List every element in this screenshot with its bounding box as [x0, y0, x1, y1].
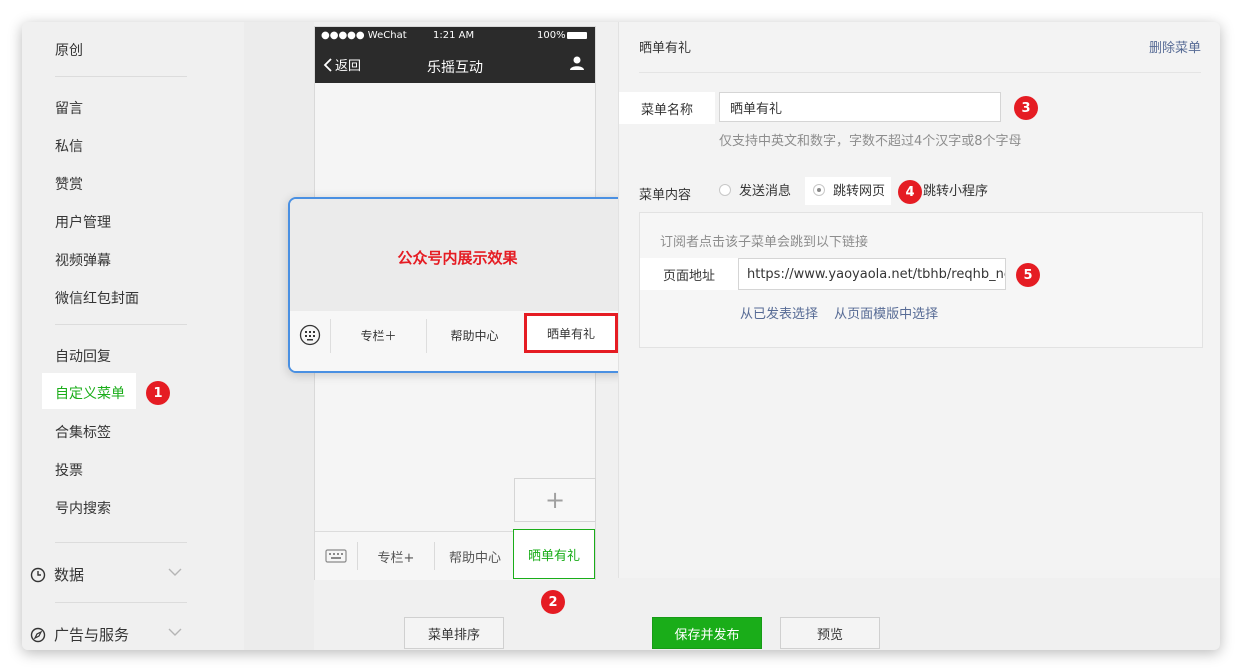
add-submenu-button[interactable]: +: [514, 478, 596, 522]
editor-divider: [639, 72, 1201, 73]
battery-label: 100%: [537, 30, 566, 41]
save-publish-button[interactable]: 保存并发布: [652, 617, 762, 649]
sidebar-item-auto-reply[interactable]: 自动回复: [55, 346, 111, 366]
phone-status-bar: ●●●●● WeChat 1:21 AM 100%: [315, 27, 595, 45]
radio-label: 跳转小程序: [923, 184, 989, 199]
preview-menu-item-selected: 晒单有礼: [524, 313, 618, 353]
chevron-down-icon[interactable]: [168, 566, 182, 580]
sidebar-section-label: 广告与服务: [54, 626, 130, 644]
sidebar-item-appreciation[interactable]: 赞赏: [55, 174, 83, 194]
app-window: 原创 留言 私信 赞赏 用户管理 视频弹幕 微信红包封面 自动回复 自定义菜单 …: [22, 22, 1220, 650]
menu-name-input[interactable]: 晒单有礼: [719, 92, 1001, 122]
preview-popup: 公众号内展示效果 专栏＋ 帮助中心 晒单有礼: [288, 197, 627, 373]
menu-name-label: 菜单名称: [619, 92, 715, 124]
annotation-badge: 4: [898, 180, 922, 204]
clock-icon: [30, 567, 46, 583]
sidebar-divider: [55, 542, 187, 543]
radio-send-message[interactable]: 发送消息: [719, 180, 791, 199]
editor-title: 晒单有礼: [639, 41, 692, 56]
radio-icon: [719, 183, 731, 196]
url-settings-box: 订阅者点击该子菜单会跳到以下链接 页面地址 https://www.yaoyao…: [639, 212, 1203, 348]
url-source-links: 从已发表选择 从页面模版中选择: [740, 303, 950, 322]
phone-nav-bar: 返回 乐摇互动: [315, 45, 595, 83]
sidebar-item-video-danmaku[interactable]: 视频弹幕: [55, 250, 111, 270]
phone-title: 乐摇互动: [427, 60, 483, 76]
preview-menu-item: 专栏＋: [360, 328, 397, 343]
sidebar-item-vote[interactable]: 投票: [55, 460, 83, 480]
sidebar-item-messages[interactable]: 私信: [55, 136, 83, 156]
radio-label: 跳转网页: [833, 184, 886, 199]
sidebar-divider: [55, 76, 187, 77]
chevron-down-icon[interactable]: [168, 626, 182, 640]
menu-sort-button[interactable]: 菜单排序: [404, 617, 504, 649]
user-profile-icon[interactable]: [569, 55, 585, 75]
keyboard-icon[interactable]: [315, 532, 357, 580]
carrier-label: ●●●●● WeChat: [321, 30, 407, 41]
sidebar-item-original[interactable]: 原创: [55, 40, 83, 60]
phone-menu-item[interactable]: 专栏+: [358, 532, 434, 580]
url-description: 订阅者点击该子菜单会跳到以下链接: [660, 235, 869, 250]
battery-icon: [567, 32, 587, 39]
radio-selected-icon: [813, 183, 825, 196]
page-url-input[interactable]: https://www.yaoyaola.net/tbhb/reqhb_ne: [738, 258, 1006, 290]
menu-content-label: 菜单内容: [639, 188, 692, 203]
sidebar: 原创 留言 私信 赞赏 用户管理 视频弹幕 微信红包封面 自动回复 自定义菜单 …: [22, 22, 244, 650]
preview-button[interactable]: 预览: [780, 617, 880, 649]
sidebar-item-collection-tags[interactable]: 合集标签: [55, 422, 111, 442]
annotation-badge: 5: [1016, 263, 1040, 287]
sidebar-section-ads-services[interactable]: 广告与服务: [30, 624, 129, 645]
page-url-label: 页面地址: [640, 258, 738, 290]
sidebar-divider: [55, 602, 187, 603]
sidebar-item-comments[interactable]: 留言: [55, 98, 83, 118]
menu-name-hint: 仅支持中英文和数字，字数不超过4个汉字或8个字母: [719, 134, 1022, 149]
sidebar-section-data[interactable]: 数据: [30, 564, 84, 585]
delete-menu-link[interactable]: 删除菜单: [1149, 37, 1201, 56]
preview-menu-item: 帮助中心: [450, 328, 499, 343]
sidebar-item-in-account-search[interactable]: 号内搜索: [55, 498, 111, 518]
radio-jump-webpage[interactable]: 跳转网页: [813, 180, 885, 199]
preview-title: 公众号内展示效果: [397, 249, 518, 267]
annotation-badge: 3: [1014, 96, 1038, 120]
radio-label: 发送消息: [739, 184, 792, 199]
sidebar-item-custom-menu-label: 自定义菜单: [55, 386, 125, 402]
sidebar-section-label: 数据: [54, 566, 85, 584]
sidebar-divider: [55, 324, 187, 325]
select-published-link[interactable]: 从已发表选择: [740, 307, 818, 322]
sidebar-item-user-management[interactable]: 用户管理: [55, 212, 111, 232]
sidebar-item-red-packet-cover[interactable]: 微信红包封面: [55, 288, 139, 308]
phone-menu-item-selected[interactable]: 晒单有礼: [513, 529, 595, 579]
phone-menu-item[interactable]: 帮助中心: [435, 532, 515, 580]
compass-icon: [30, 627, 46, 643]
status-time: 1:21 AM: [433, 30, 475, 41]
select-template-link[interactable]: 从页面模版中选择: [834, 307, 938, 322]
radio-jump-miniprogram[interactable]: 跳转小程序: [923, 180, 988, 199]
annotation-badge: 1: [146, 381, 170, 405]
menu-editor-panel: 晒单有礼 删除菜单 菜单名称 晒单有礼 仅支持中英文和数字，字数不超过4个汉字或…: [618, 22, 1220, 578]
keyboard-icon: [290, 311, 330, 359]
annotation-badge: 2: [541, 590, 565, 614]
